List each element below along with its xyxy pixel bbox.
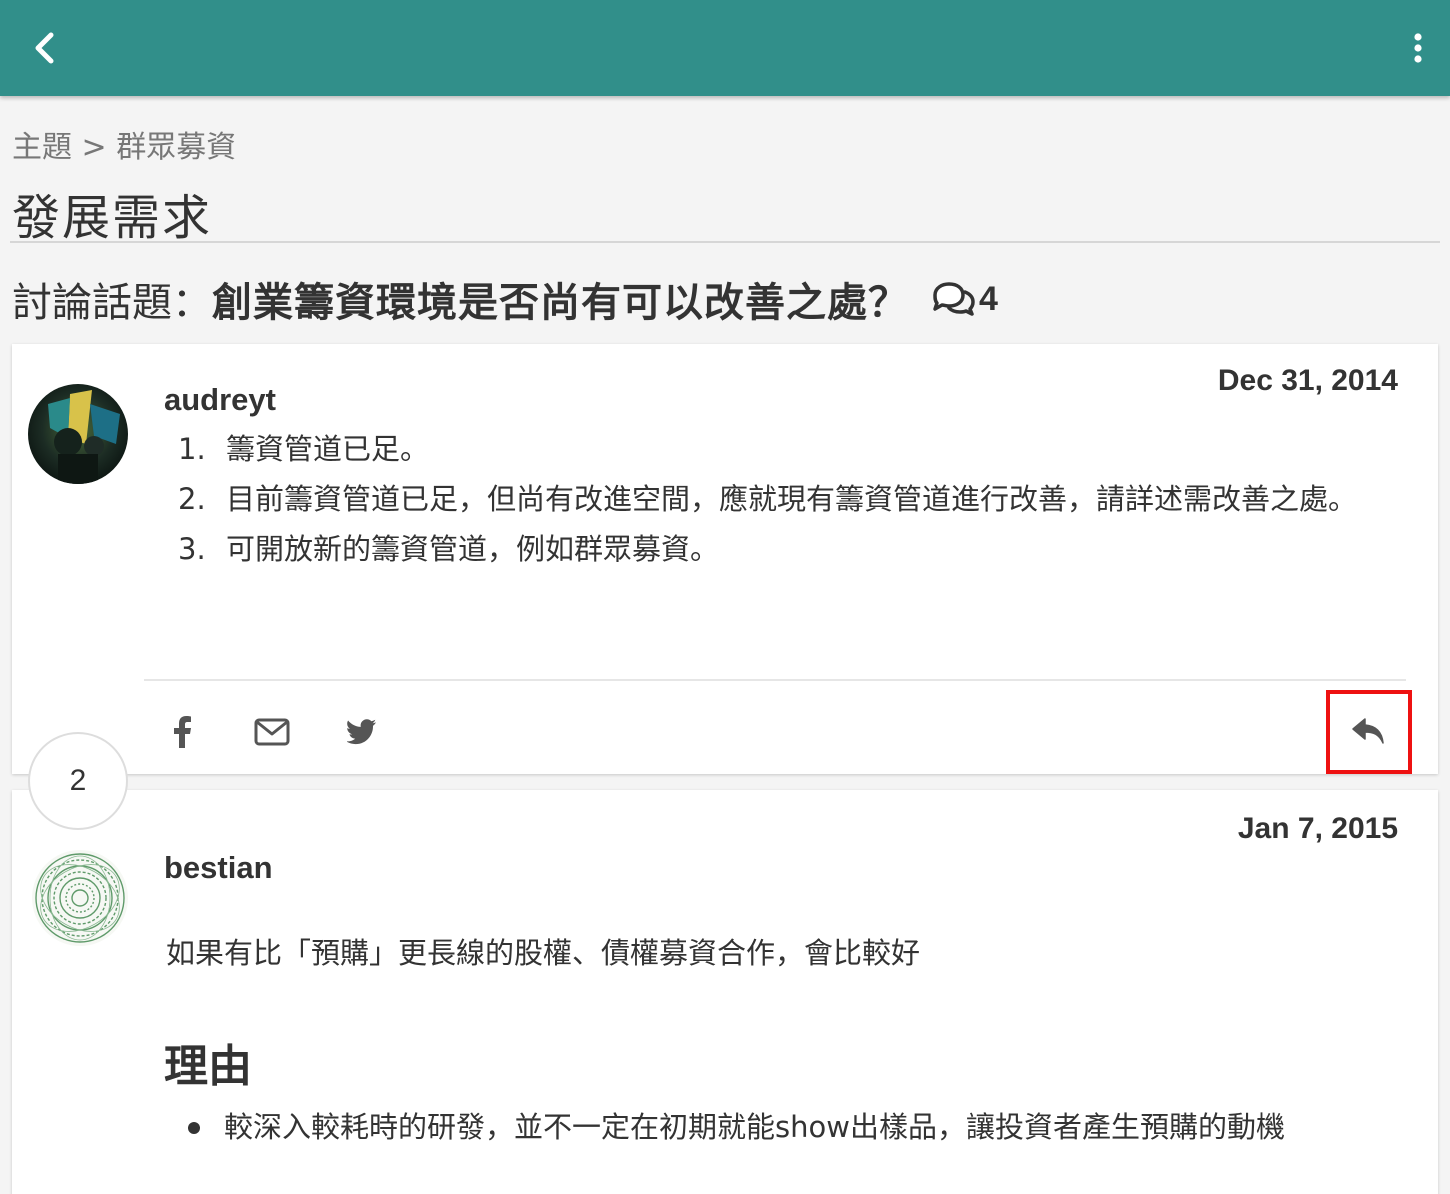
topic-prefix: 討論話題：: [12, 280, 212, 326]
reply-button[interactable]: [1326, 690, 1412, 774]
post-body-text: 如果有比「預購」更長線的股權、債權募資合作，會比較好: [166, 936, 921, 970]
list-item-number: 1.: [178, 432, 206, 466]
list-item-number: 3.: [178, 532, 206, 566]
comment-count-badge[interactable]: 4: [929, 280, 998, 319]
list-item-text: 目前籌資管道已足，但尚有改進空間，應就現有籌資管道進行改善，請詳述需改善之處。: [226, 482, 1358, 516]
list-item-text: 籌資管道已足。: [226, 432, 430, 466]
topic-header: 討論話題： 創業籌資環境是否尚有可以改善之處？ 4: [12, 270, 998, 328]
bullet-dot: [188, 1122, 200, 1134]
post-card: bestian Jan 7, 2015 如果有比「預購」更長線的股權、債權募資合…: [12, 790, 1438, 1194]
email-icon: [254, 718, 290, 746]
comments-icon: [933, 282, 975, 316]
topic-title: 創業籌資環境是否尚有可以改善之處？: [212, 280, 909, 326]
list-item: 2. 目前籌資管道已足，但尚有改進空間，應就現有籌資管道進行改善，請詳述需改善之…: [178, 474, 1408, 524]
post-card: audreyt Dec 31, 2014 1. 籌資管道已足。 2. 目前籌資管…: [12, 344, 1438, 774]
title-divider: [10, 241, 1440, 243]
post-author[interactable]: audreyt: [164, 382, 276, 418]
facebook-icon: [174, 716, 191, 748]
post-date: Dec 31, 2014: [1217, 364, 1398, 397]
share-email-button[interactable]: [252, 712, 292, 752]
post-divider: [144, 679, 1406, 681]
list-item: 3. 可開放新的籌資管道，例如群眾募資。: [178, 524, 1408, 574]
post-body-list: 1. 籌資管道已足。 2. 目前籌資管道已足，但尚有改進空間，應就現有籌資管道進…: [178, 424, 1408, 574]
post-section-heading: 理由: [164, 1041, 252, 1092]
share-twitter-button[interactable]: [342, 712, 382, 752]
comment-count: 4: [979, 279, 998, 318]
list-item-text: 可開放新的籌資管道，例如群眾募資。: [226, 532, 720, 566]
avatar[interactable]: [28, 384, 128, 484]
list-item-text: 較深入較耗時的研發，並不一定在初期就能show出樣品，讓投資者產生預購的動機: [224, 1110, 1285, 1144]
list-item: 較深入較耗時的研發，並不一定在初期就能show出樣品，讓投資者產生預購的動機: [180, 1102, 1380, 1152]
back-button[interactable]: [24, 26, 64, 70]
chevron-left-icon: [35, 32, 54, 64]
avatar-spiral-image: [32, 850, 128, 946]
share-facebook-button[interactable]: [162, 712, 202, 752]
reply-icon: [1352, 718, 1384, 744]
more-menu-button[interactable]: [1408, 26, 1428, 70]
breadcrumb[interactable]: 主題 > 群眾募資: [12, 122, 236, 166]
post-date: Jan 7, 2015: [1237, 812, 1398, 845]
post-bullet-list: 較深入較耗時的研發，並不一定在初期就能show出樣品，讓投資者產生預購的動機: [180, 1102, 1380, 1152]
list-item: 1. 籌資管道已足。: [178, 424, 1408, 474]
share-actions: [162, 712, 382, 752]
twitter-icon: [347, 719, 376, 745]
top-app-bar: [0, 0, 1450, 96]
post-number-badge: 2: [28, 732, 128, 830]
avatar[interactable]: [32, 850, 128, 946]
list-item-number: 2.: [178, 482, 206, 516]
page-title: 發展需求: [12, 190, 213, 246]
more-vertical-icon: [1414, 33, 1422, 63]
avatar-photo: [28, 384, 128, 484]
post-author[interactable]: bestian: [164, 850, 273, 886]
